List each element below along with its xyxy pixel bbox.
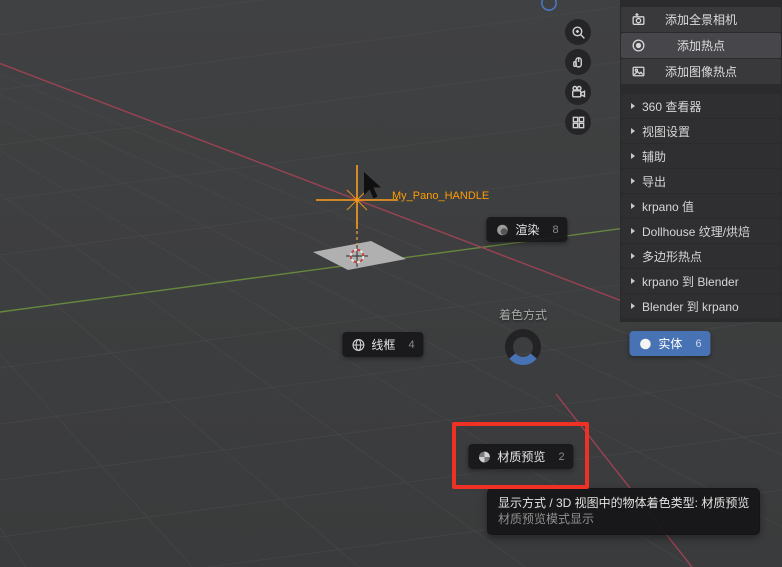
blender-3d-viewport: My_Pano_HANDLE 添加全景相机 添加热点 添加图像热点 360 查看… (0, 0, 782, 567)
section-label: Blender 到 krpano (642, 299, 739, 314)
chevron-right-icon (631, 178, 635, 184)
camera-view-icon (571, 85, 585, 97)
add-hotspot-button[interactable]: 添加热点 (621, 33, 781, 58)
rendered-sphere-icon (497, 224, 508, 235)
viewport-nav-buttons (565, 19, 591, 139)
chevron-right-icon (631, 128, 635, 134)
object-label: My_Pano_HANDLE (392, 190, 490, 202)
grid-ortho-icon (572, 116, 584, 128)
pie-item-shortcut: 8 (552, 223, 559, 236)
add-image-hotspot-label: 添加图像热点 (664, 65, 737, 79)
chevron-right-icon (631, 103, 635, 109)
section-label: 视图设置 (642, 124, 691, 139)
sidebar-section-dollhouse-bake[interactable]: Dollhouse 纹理/烘焙 (621, 219, 781, 243)
section-label: 导出 (642, 174, 667, 189)
section-label: krpano 值 (642, 199, 695, 214)
sidebar-section-polygon-hotspot[interactable]: 多边形热点 (621, 244, 781, 268)
section-label: 辅助 (642, 149, 667, 164)
hotspot-icon (631, 38, 646, 53)
tooltip-description: 材质预览模式显示 (498, 512, 595, 526)
annotation-highlight-box (452, 422, 589, 489)
hand-pan-icon (572, 56, 582, 68)
pano-camera-icon (631, 12, 646, 27)
sidebar-section-assist[interactable]: 辅助 (621, 144, 781, 168)
chevron-right-icon (631, 203, 635, 209)
ortho-grid-button[interactable] (565, 109, 591, 135)
pan-button[interactable] (565, 49, 591, 75)
pie-item-label: 渲染 (515, 223, 540, 237)
sidebar-section-360-viewer[interactable]: 360 查看器 (621, 94, 781, 118)
tooltip: 显示方式 / 3D 视图中的物体着色类型: 材质预览 材质预览模式显示 (487, 488, 761, 535)
pie-item-label: 线框 (371, 338, 396, 352)
wireframe-sphere-icon (352, 338, 365, 351)
section-label: krpano 到 Blender (642, 274, 739, 289)
move-gizmo[interactable] (316, 165, 398, 250)
pie-item-shortcut: 6 (695, 337, 702, 350)
sidebar-section-krpano-values[interactable]: krpano 值 (621, 194, 781, 218)
add-pano-camera-button[interactable]: 添加全景相机 (621, 7, 781, 32)
mouse-cursor-icon (364, 172, 381, 199)
krpano-sidebar-panel: 添加全景相机 添加热点 添加图像热点 360 查看器 视图设置 辅助 导出 kr… (620, 0, 782, 322)
chevron-right-icon (631, 153, 635, 159)
zoom-button[interactable] (565, 19, 591, 45)
chevron-right-icon (631, 228, 635, 234)
navigation-gizmo-circle[interactable] (541, 0, 557, 11)
image-hotspot-icon (631, 64, 646, 79)
solid-sphere-icon (640, 338, 651, 349)
sidebar-section-export[interactable]: 导出 (621, 169, 781, 193)
section-label: 多边形热点 (642, 249, 703, 264)
chevron-right-icon (631, 278, 635, 284)
section-label: Dollhouse 纹理/烘焙 (642, 224, 751, 239)
sidebar-section-blender-to-krpano[interactable]: Blender 到 krpano (621, 294, 781, 318)
pie-menu-center-widget (503, 327, 543, 372)
section-label: 360 查看器 (642, 99, 702, 114)
zoom-in-icon (571, 25, 585, 39)
camera-view-button[interactable] (565, 79, 591, 105)
pie-item-solid[interactable]: 实体 6 (629, 331, 711, 356)
pie-menu-title: 着色方式 (498, 308, 548, 322)
sidebar-section-view-settings[interactable]: 视图设置 (621, 119, 781, 143)
pie-item-label: 实体 (658, 337, 683, 351)
chevron-right-icon (631, 253, 635, 259)
add-pano-camera-label: 添加全景相机 (664, 13, 737, 27)
pie-item-rendered[interactable]: 渲染 8 (486, 217, 568, 242)
add-image-hotspot-button[interactable]: 添加图像热点 (621, 59, 781, 84)
pie-item-wireframe[interactable]: 线框 4 (342, 332, 424, 357)
sidebar-sections: 360 查看器 视图设置 辅助 导出 krpano 值 Dollhouse 纹理… (620, 94, 782, 318)
pie-item-shortcut: 4 (408, 338, 415, 351)
tooltip-title: 显示方式 / 3D 视图中的物体着色类型: 材质预览 (498, 496, 750, 510)
add-hotspot-label: 添加热点 (676, 39, 725, 53)
sidebar-section-krpano-to-blender[interactable]: krpano 到 Blender (621, 269, 781, 293)
chevron-right-icon (631, 303, 635, 309)
